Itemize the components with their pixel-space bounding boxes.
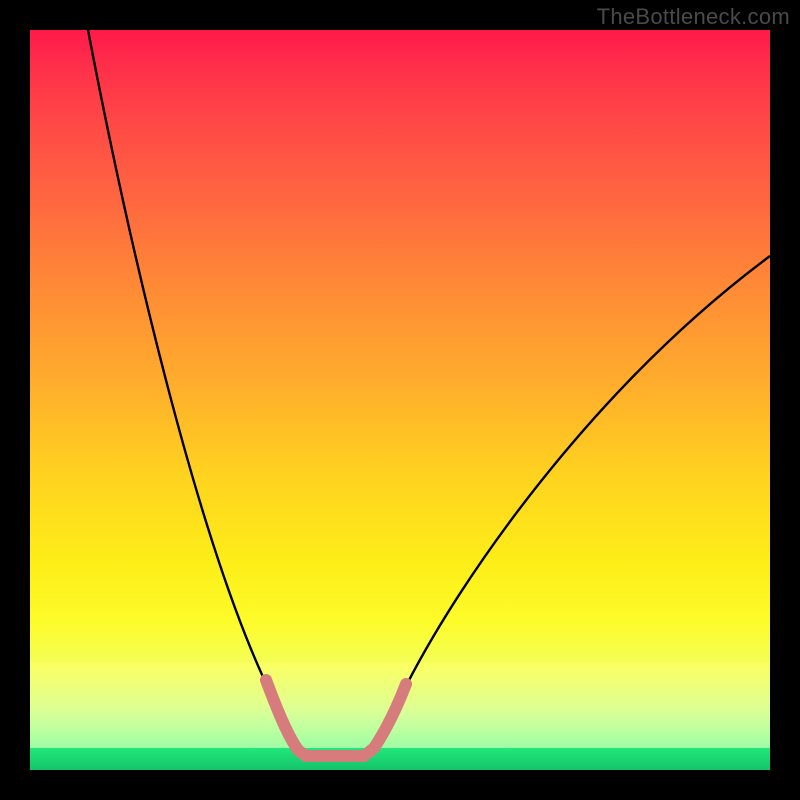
watermark-text: TheBottleneck.com [597,4,790,30]
optimal-marker-left [266,680,306,756]
optimal-marker-right [364,684,406,756]
curve-overlay [30,30,770,770]
bottleneck-curve [88,30,770,754]
chart-frame: TheBottleneck.com [0,0,800,800]
plot-area [30,30,770,770]
